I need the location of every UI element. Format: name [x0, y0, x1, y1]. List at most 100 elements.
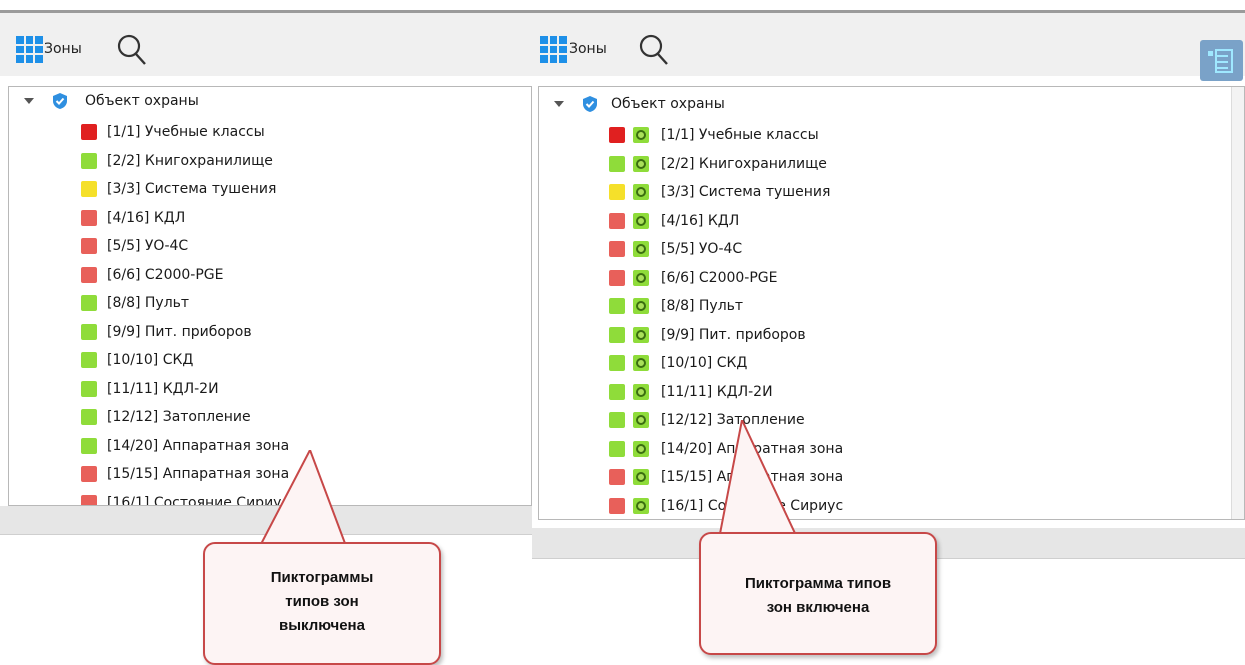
- tree-item[interactable]: [5/5] УО-4С: [539, 235, 1229, 263]
- tree-view-icon: [1208, 49, 1233, 73]
- tree-item-label: [5/5] УО-4С: [107, 238, 189, 254]
- vertical-scrollbar[interactable]: [1231, 87, 1244, 519]
- red-monitor-icon: [81, 466, 97, 482]
- tree-item[interactable]: [5/5] УО-4С: [9, 232, 519, 260]
- zone-type-gear-icon: [633, 440, 649, 457]
- green-shield-icon: [81, 437, 97, 454]
- view-toggle-button[interactable]: [1200, 40, 1243, 81]
- zone-type-gear-icon: [633, 383, 649, 400]
- tree-item-label: [9/9] Пит. приборов: [661, 326, 806, 343]
- callout-pointer: [258, 450, 348, 547]
- tree-item[interactable]: [1/1] Учебные классы: [539, 121, 1229, 149]
- tree-item[interactable]: [8/8] Пульт: [9, 289, 519, 317]
- red-gear-icon: [609, 212, 625, 229]
- red-gear-icon: [81, 209, 97, 226]
- tree-item-label: [5/5] УО-4С: [661, 241, 743, 257]
- tree-root[interactable]: Объект охраны: [9, 87, 519, 115]
- callout-line: Пиктограмма типов: [744, 575, 892, 592]
- green-shield-icon: [81, 380, 97, 397]
- green-shield-icon: [81, 152, 97, 169]
- tree-root-label: Объект охраны: [85, 93, 199, 109]
- search-icon[interactable]: [639, 34, 669, 66]
- red-shield-icon: [81, 124, 97, 140]
- callout-pointer: [716, 420, 802, 545]
- tree-item[interactable]: [12/12] Затопление: [539, 406, 1229, 434]
- tree-item[interactable]: [11/11] КДЛ-2И: [539, 378, 1229, 406]
- tree-item[interactable]: [6/6] C2000-PGE: [9, 261, 519, 289]
- zone-type-gear-icon: [633, 155, 649, 172]
- red-monitor-icon: [81, 494, 97, 505]
- yellow-fire-icon: [81, 181, 97, 197]
- green-shield-icon: [609, 440, 625, 457]
- tree-item[interactable]: [9/9] Пит. приборов: [539, 321, 1229, 349]
- tree-item[interactable]: [1/1] Учебные классы: [9, 118, 519, 146]
- tree-item[interactable]: [14/20] Аппаратная зона: [539, 435, 1229, 463]
- toolbar-title: Зоны: [44, 41, 82, 57]
- tree-item-label: [8/8] Пульт: [661, 298, 744, 314]
- tree-item[interactable]: [15/15] Аппаратная зона: [539, 463, 1229, 491]
- zones-grid-icon[interactable]: [540, 36, 567, 63]
- tree-root[interactable]: Объект охраны: [539, 90, 1229, 118]
- red-monitor-icon: [609, 497, 625, 514]
- zones-grid-icon[interactable]: [16, 36, 43, 63]
- tree-item[interactable]: [2/2] Книгохранилище: [539, 150, 1229, 178]
- tree-item[interactable]: [6/6] C2000-PGE: [539, 264, 1229, 292]
- tree-item-label: [4/16] КДЛ: [107, 209, 186, 226]
- zones-panel-icons-on: Зоны Объект охраны [1/1] Учебные классы […: [532, 10, 1245, 559]
- tree-item[interactable]: [10/10] СКД: [9, 346, 519, 374]
- expand-arrow-icon[interactable]: [24, 98, 34, 104]
- tree-item-label: [1/1] Учебные классы: [107, 124, 265, 140]
- red-device-icon: [81, 238, 97, 254]
- green-shield-icon: [609, 155, 625, 172]
- zone-type-gear-icon: [633, 212, 649, 229]
- tree-item-label: [11/11] КДЛ-2И: [661, 383, 773, 400]
- tree-item-label: [1/1] Учебные классы: [661, 127, 819, 143]
- zone-type-gear-icon: [633, 412, 649, 428]
- tree-item[interactable]: [4/16] КДЛ: [539, 207, 1229, 235]
- tree-item[interactable]: [8/8] Пульт: [539, 292, 1229, 320]
- zone-type-gear-icon: [633, 497, 649, 514]
- toolbar-title: Зоны: [569, 41, 607, 57]
- green-shield-icon: [609, 383, 625, 400]
- tree-item[interactable]: [3/3] Система тушения: [9, 175, 519, 203]
- tree-item[interactable]: [4/16] КДЛ: [9, 204, 519, 232]
- zone-tree[interactable]: Объект охраны [1/1] Учебные классы [2/2] …: [538, 86, 1245, 520]
- zone-type-gear-icon: [633, 241, 649, 257]
- yellow-fire-icon: [609, 184, 625, 200]
- zone-type-gear-icon: [633, 127, 649, 143]
- tree-item[interactable]: [9/9] Пит. приборов: [9, 318, 519, 346]
- tree-item-label: [11/11] КДЛ-2И: [107, 380, 219, 397]
- red-monitor-icon: [609, 269, 625, 286]
- callout-line: типов зон: [285, 593, 359, 610]
- callout-icons-off: Пиктограммы типов зон выключена: [203, 542, 441, 665]
- shield-check-icon: [583, 96, 597, 112]
- search-icon[interactable]: [117, 34, 147, 66]
- callout-line: зон включена: [766, 599, 870, 616]
- tree-item[interactable]: [16/1] Состояние Сириус: [539, 492, 1229, 520]
- zone-tree[interactable]: Объект охраны [1/1] Учебные классы [2/2] …: [8, 86, 532, 506]
- callout-icons-on: Пиктограмма типов зон включена: [699, 532, 937, 655]
- green-shield-icon: [81, 409, 97, 425]
- zone-type-gear-icon: [633, 269, 649, 286]
- shield-check-icon: [53, 93, 67, 109]
- green-door-icon: [81, 352, 97, 368]
- tree-item[interactable]: [3/3] Система тушения: [539, 178, 1229, 206]
- red-monitor-icon: [609, 469, 625, 485]
- tree-item-label: [6/6] C2000-PGE: [107, 266, 224, 283]
- tree-item-label: [2/2] Книгохранилище: [107, 152, 273, 169]
- tree-item[interactable]: [12/12] Затопление: [9, 403, 519, 431]
- tree-item-label: [12/12] Затопление: [107, 409, 251, 425]
- tree-item-label: [3/3] Система тушения: [107, 181, 277, 197]
- zone-type-gear-icon: [633, 298, 649, 314]
- green-power-icon: [609, 326, 625, 343]
- expand-arrow-icon[interactable]: [554, 101, 564, 107]
- zone-type-gear-icon: [633, 469, 649, 485]
- tree-root-label: Объект охраны: [611, 96, 725, 112]
- green-power-icon: [81, 323, 97, 340]
- red-device-icon: [609, 241, 625, 257]
- tree-item-label: [8/8] Пульт: [107, 295, 190, 311]
- tree-item[interactable]: [11/11] КДЛ-2И: [9, 375, 519, 403]
- tree-item[interactable]: [2/2] Книгохранилище: [9, 147, 519, 175]
- tree-item-label: [6/6] C2000-PGE: [661, 269, 778, 286]
- tree-item[interactable]: [10/10] СКД: [539, 349, 1229, 377]
